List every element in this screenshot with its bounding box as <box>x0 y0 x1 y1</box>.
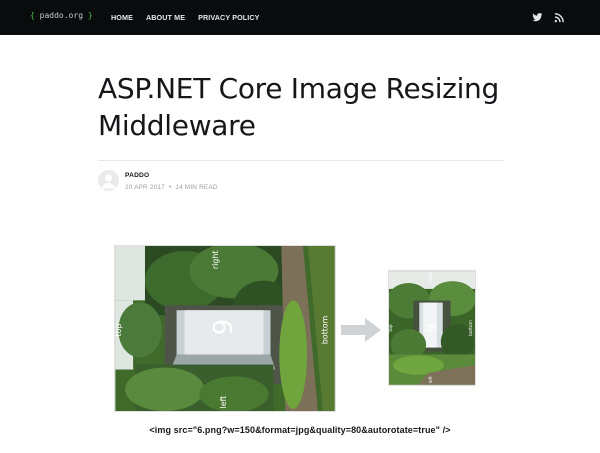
original-image: 6 right top bottom left <box>114 245 336 412</box>
big-number-label: 6 <box>206 319 236 335</box>
small-number-label: 6 <box>422 324 438 333</box>
avatar-placeholder-icon <box>101 174 116 189</box>
arrow-right-icon <box>341 318 381 342</box>
small-label-left: left <box>428 376 434 383</box>
figure-caption: <img src="6.png?w=150&format=jpg&quality… <box>149 425 451 435</box>
rss-icon[interactable] <box>554 12 565 23</box>
social-links <box>532 12 565 23</box>
nav-link-about-me[interactable]: ABOUT ME <box>146 13 185 22</box>
big-label-right: right <box>211 251 220 270</box>
nav-link-home[interactable]: HOME <box>111 13 133 22</box>
twitter-icon[interactable] <box>532 12 543 23</box>
author-avatar[interactable] <box>98 170 119 191</box>
small-label-top: top <box>388 324 394 331</box>
big-label-bottom: bottom <box>321 315 330 344</box>
top-navbar: { paddo.org } HOME ABOUT ME PRIVACY POLI… <box>0 0 600 35</box>
post-title: ASP.NET Core Image Resizing Middleware <box>98 72 499 142</box>
author-name[interactable]: PADDO <box>125 172 149 179</box>
logo-brace-close: } <box>87 11 93 20</box>
main-menu: HOME ABOUT ME PRIVACY POLICY <box>111 13 273 22</box>
logo-text: paddo.org <box>39 11 84 20</box>
small-label-bottom: bottom <box>468 320 474 336</box>
site-logo[interactable]: { paddo.org } <box>30 11 93 20</box>
nav-link-privacy-policy[interactable]: PRIVACY POLICY <box>198 13 259 22</box>
post-meta: 20 APR 2017 • 14 MIN READ <box>125 184 218 191</box>
reading-time: 14 MIN READ <box>175 184 218 191</box>
post-date: 20 APR 2017 <box>125 184 165 191</box>
meta-separator: • <box>168 184 172 191</box>
small-label-right: right <box>428 272 434 283</box>
big-label-left: left <box>219 396 228 409</box>
header-divider <box>98 160 504 161</box>
big-label-top: top <box>114 324 123 337</box>
logo-brace-open: { <box>30 11 35 20</box>
resized-image: 6 right top bottom left <box>388 270 476 386</box>
